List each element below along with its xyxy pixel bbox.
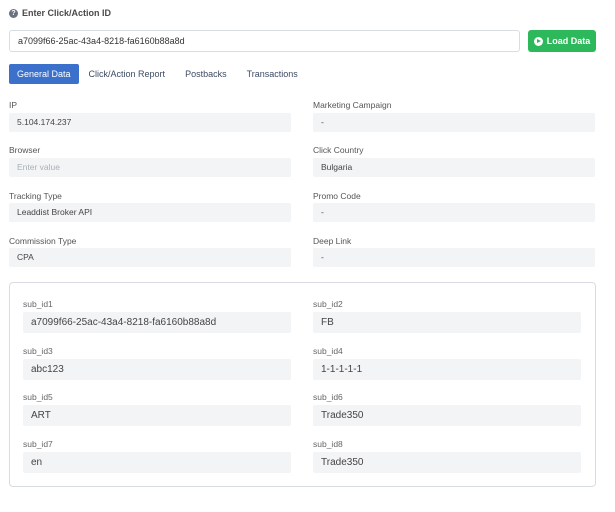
browser-label: Browser (9, 145, 41, 155)
sub-id2-field[interactable]: FB (313, 312, 581, 333)
sub-id3-label: sub_id3 (23, 346, 53, 356)
section-header: ? Enter Click/Action ID (9, 8, 111, 18)
tracking-type-field[interactable]: Leaddist Broker API (9, 203, 291, 222)
play-circle-icon (533, 36, 543, 46)
tracking-type-label: Tracking Type (9, 191, 62, 201)
marketing-campaign-label: Marketing Campaign (313, 100, 392, 110)
sub-id1-field[interactable]: a7099f66-25ac-43a4-8218-fa6160b88a8d (23, 312, 291, 333)
section-title: Enter Click/Action ID (22, 8, 112, 18)
tab-transactions[interactable]: Transactions (237, 64, 308, 84)
sub-id1-label: sub_id1 (23, 299, 53, 309)
sub-id5-field[interactable]: ART (23, 405, 291, 426)
sub-id4-field[interactable]: 1-1-1-1-1 (313, 359, 581, 380)
load-data-button[interactable]: Load Data (528, 30, 596, 52)
commission-type-label: Commission Type (9, 236, 77, 246)
deep-link-field[interactable]: - (313, 248, 595, 267)
ip-field[interactable]: 5.104.174.237 (9, 113, 291, 132)
marketing-campaign-field[interactable]: - (313, 113, 595, 132)
browser-field[interactable]: Enter value (9, 158, 291, 177)
sub-id8-label: sub_id8 (313, 439, 343, 449)
tab-postbacks[interactable]: Postbacks (175, 64, 237, 84)
sub-id4-label: sub_id4 (313, 346, 343, 356)
question-circle-icon: ? (9, 8, 18, 18)
click-country-label: Click Country (313, 145, 364, 155)
sub-id2-label: sub_id2 (313, 299, 343, 309)
ip-label: IP (9, 100, 18, 110)
sub-id6-label: sub_id6 (313, 392, 343, 402)
load-data-label: Load Data (546, 36, 591, 46)
click-action-id-input[interactable] (9, 30, 520, 52)
click-country-field[interactable]: Bulgaria (313, 158, 595, 177)
deep-link-label: Deep Link (313, 236, 352, 246)
sub-id6-field[interactable]: Trade350 (313, 405, 581, 426)
promo-code-field[interactable]: - (313, 203, 595, 222)
promo-code-label: Promo Code (313, 191, 361, 201)
sub-id3-field[interactable]: abc123 (23, 359, 291, 380)
tab-click-action-report[interactable]: Click/Action Report (79, 64, 176, 84)
sub-id8-field[interactable]: Trade350 (313, 452, 581, 473)
commission-type-field[interactable]: CPA (9, 248, 291, 267)
sub-id5-label: sub_id5 (23, 392, 53, 402)
tab-general-data[interactable]: General Data (9, 64, 79, 84)
sub-id7-label: sub_id7 (23, 439, 53, 449)
tab-bar: General Data Click/Action Report Postbac… (9, 64, 308, 84)
sub-id7-field[interactable]: en (23, 452, 291, 473)
